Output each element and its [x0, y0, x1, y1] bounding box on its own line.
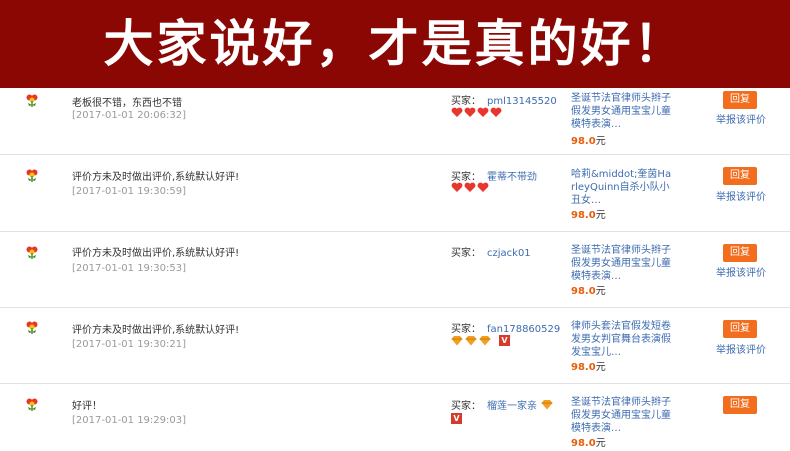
buyer-name-link[interactable]: fan178860529 [487, 324, 560, 335]
heart-icon [464, 182, 476, 192]
price-value: 98.0 [571, 136, 596, 147]
buyer-credit-badges: V [451, 335, 510, 347]
heart-icon [451, 182, 463, 192]
review-comment: 好评！ [72, 401, 102, 412]
review-date: [2017-01-01 20:06:32] [72, 110, 187, 121]
reply-button[interactable]: 回复 [723, 320, 757, 338]
review-comment: 老板很不错，东西也不错 [72, 98, 182, 109]
product-price: 98.0元 [571, 282, 606, 297]
product-link[interactable]: 哈莉&middot;奎茵HarleyQuinn自杀小队小丑女… [571, 168, 675, 207]
price-unit: 元 [595, 136, 606, 147]
price-unit: 元 [595, 362, 606, 373]
reply-button[interactable]: 回复 [723, 91, 757, 109]
diamond-icon [479, 336, 491, 346]
buyer-credit-badges [451, 107, 503, 119]
price-value: 98.0 [571, 438, 596, 449]
vip-badge-icon: V [451, 413, 462, 424]
buyer-credit-badges: V [451, 413, 462, 425]
diamond-icon [451, 336, 463, 346]
heart-icon [490, 107, 502, 117]
buyer-name-link[interactable]: 霍蒂不带劲 [487, 172, 537, 183]
product-price: 98.0元 [571, 206, 606, 221]
buyer-label: 买家： [451, 248, 481, 259]
price-unit: 元 [595, 286, 606, 297]
review-date: [2017-01-01 19:29:03] [72, 415, 187, 426]
buyer-info: 买家： pml13145520 [451, 92, 557, 107]
heart-icon [451, 107, 463, 117]
buyer-info: 买家： 霍蒂不带劲 [451, 168, 537, 183]
flower-icon [26, 246, 38, 259]
review-row: 好评！ [2017-01-01 19:29:03] 买家： 榴莲一家亲 V 圣诞节… [0, 384, 790, 451]
review-comment: 评价方未及时做出评价,系统默认好评! [72, 325, 240, 336]
heart-icon [477, 182, 489, 192]
review-row: 评价方未及时做出评价,系统默认好评! [2017-01-01 19:30:59]… [0, 155, 790, 232]
diamond-icon [465, 336, 477, 346]
buyer-info: 买家： 榴莲一家亲 [451, 397, 553, 412]
review-comment: 评价方未及时做出评价,系统默认好评! [72, 172, 240, 183]
flower-icon [26, 169, 38, 182]
reply-button[interactable]: 回复 [723, 396, 757, 414]
reply-button[interactable]: 回复 [723, 244, 757, 262]
buyer-name-link[interactable]: pml13145520 [487, 96, 557, 107]
buyer-credit-badges [451, 182, 490, 194]
price-unit: 元 [595, 210, 606, 221]
flower-icon [26, 321, 38, 334]
banner-title: 大家说好，才是真的好！ [103, 15, 687, 73]
review-row: 老板很不错，东西也不错 [2017-01-01 20:06:32] 买家： pml… [0, 88, 790, 155]
buyer-label: 买家： [451, 96, 481, 107]
flower-icon [26, 94, 38, 107]
vip-badge-icon: V [499, 335, 510, 346]
review-row: 评价方未及时做出评价,系统默认好评! [2017-01-01 19:30:53]… [0, 232, 790, 308]
flower-icon [26, 398, 38, 411]
price-value: 98.0 [571, 210, 596, 221]
review-row: 评价方未及时做出评价,系统默认好评! [2017-01-01 19:30:21]… [0, 308, 790, 384]
product-link[interactable]: 圣诞节法官律师头辫子假发男女通用宝宝儿童模特表演… [571, 244, 675, 283]
review-date: [2017-01-01 19:30:53] [72, 263, 187, 274]
report-review-link[interactable]: 举报该评价 [716, 188, 766, 203]
report-review-link[interactable]: 举报该评价 [716, 111, 766, 126]
buyer-info: 买家： czjack01 [451, 244, 531, 259]
diamond-icon [541, 400, 553, 410]
reply-button[interactable]: 回复 [723, 167, 757, 185]
buyer-label: 买家： [451, 324, 481, 335]
product-link[interactable]: 圣诞节法官律师头辫子假发男女通用宝宝儿童模特表演… [571, 396, 675, 435]
banner: 大家说好，才是真的好！ [0, 0, 790, 88]
buyer-name-link[interactable]: 榴莲一家亲 [487, 401, 537, 412]
buyer-label: 买家： [451, 401, 481, 412]
report-review-link[interactable]: 举报该评价 [716, 264, 766, 279]
buyer-info: 买家： fan178860529 [451, 320, 560, 335]
product-link[interactable]: 律师头套法官假发短卷发男女判官舞台表演假发宝宝儿… [571, 320, 675, 359]
price-unit: 元 [595, 438, 606, 449]
review-date: [2017-01-01 19:30:59] [72, 186, 187, 197]
buyer-name-link[interactable]: czjack01 [487, 248, 531, 259]
heart-icon [477, 107, 489, 117]
product-price: 98.0元 [571, 132, 606, 147]
product-link[interactable]: 圣诞节法官律师头辫子假发男女通用宝宝儿童模特表演… [571, 92, 675, 131]
report-review-link[interactable]: 举报该评价 [716, 341, 766, 356]
review-comment: 评价方未及时做出评价,系统默认好评! [72, 248, 240, 259]
heart-icon [464, 107, 476, 117]
product-price: 98.0元 [571, 434, 606, 449]
review-date: [2017-01-01 19:30:21] [72, 339, 187, 350]
price-value: 98.0 [571, 286, 596, 297]
product-price: 98.0元 [571, 358, 606, 373]
price-value: 98.0 [571, 362, 596, 373]
